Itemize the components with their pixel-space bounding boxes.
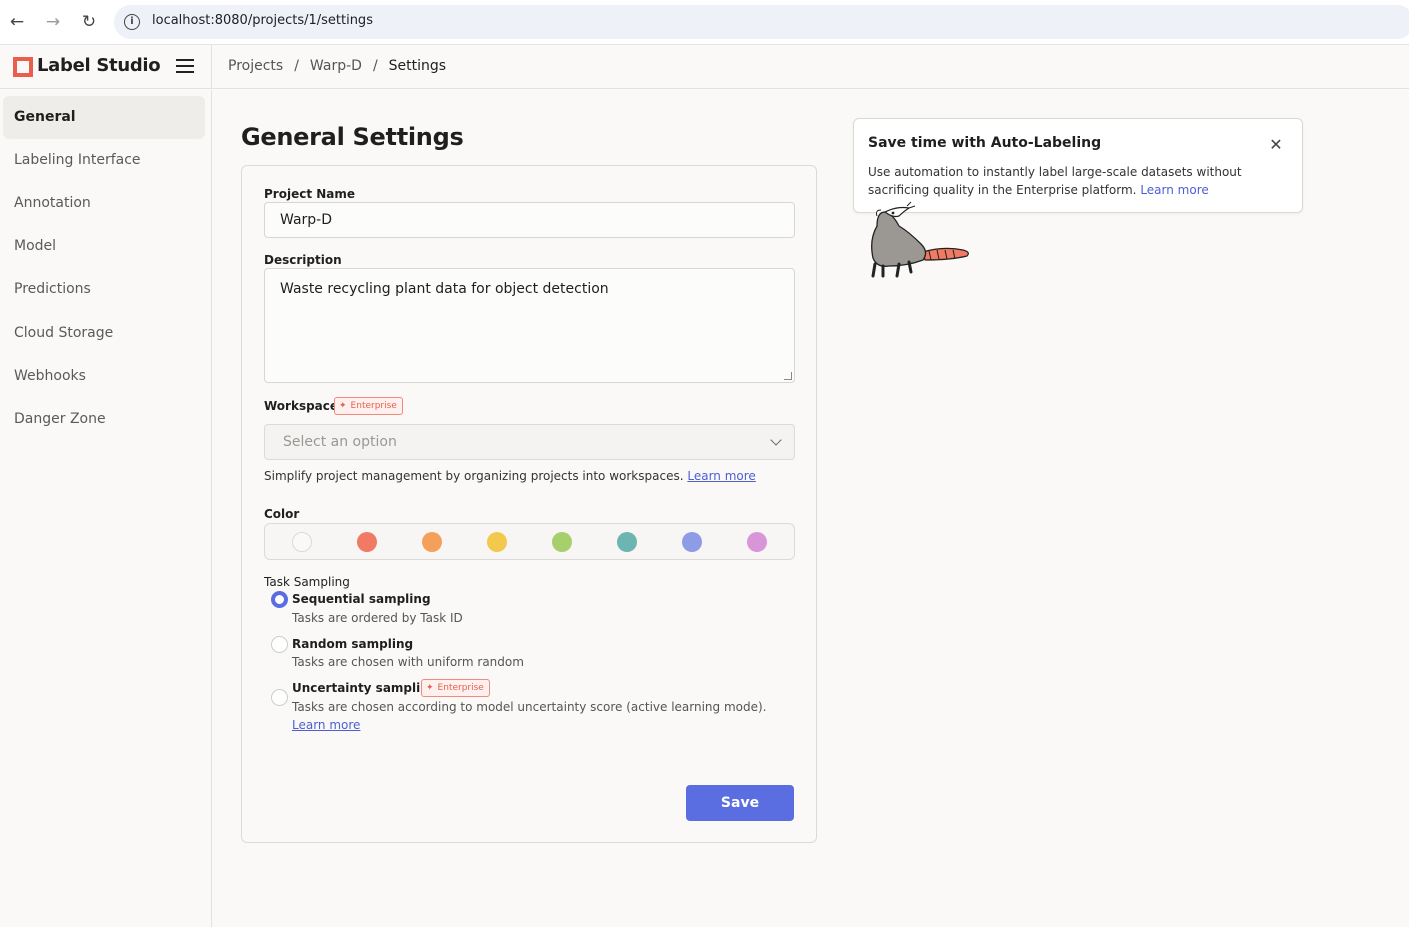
settings-sidebar: General Labeling Interface Annotation Mo…	[0, 90, 212, 927]
color-label: Color	[264, 507, 300, 521]
auto-labeling-promo: Save time with Auto-Labeling ✕ Use autom…	[853, 118, 1303, 213]
back-arrow-icon[interactable]: ←	[7, 12, 27, 32]
random-sampling-desc: Tasks are chosen with uniform random	[292, 655, 524, 669]
color-swatch-purple[interactable]	[747, 532, 767, 552]
breadcrumb-project[interactable]: Warp-D	[310, 58, 362, 74]
promo-body: Use automation to instantly label large-…	[868, 163, 1268, 199]
color-swatch-orange[interactable]	[422, 532, 442, 552]
sidebar-item-annotation[interactable]: Annotation	[3, 182, 205, 225]
color-swatch-green[interactable]	[552, 532, 572, 552]
task-sampling-label: Task Sampling	[264, 575, 350, 589]
url-text: localhost:8080/projects/1/settings	[152, 13, 373, 28]
color-swatch-blue[interactable]	[682, 532, 702, 552]
sparkle-icon: ✦	[426, 683, 434, 693]
breadcrumb-settings: Settings	[388, 58, 447, 74]
uncertainty-enterprise-badge: ✦ Enterprise	[421, 679, 490, 697]
promo-title: Save time with Auto-Labeling	[868, 135, 1102, 151]
workspace-label: Workspace	[264, 399, 339, 413]
color-swatch-none[interactable]	[292, 532, 312, 552]
project-name-label: Project Name	[264, 187, 356, 201]
color-swatch-yellow[interactable]	[487, 532, 507, 552]
workspace-select[interactable]: Select an option	[264, 424, 795, 460]
workspace-help-text: Simplify project management by organizin…	[264, 469, 684, 483]
uncertainty-sampling-title[interactable]: Uncertainty sampling	[292, 681, 437, 695]
sequential-sampling-desc: Tasks are ordered by Task ID	[292, 611, 463, 625]
sidebar-item-danger-zone[interactable]: Danger Zone	[3, 398, 205, 441]
sequential-sampling-title[interactable]: Sequential sampling	[292, 592, 431, 606]
opossum-mascot-icon	[871, 201, 969, 278]
sidebar-item-predictions[interactable]: Predictions	[3, 268, 205, 311]
sequential-sampling-radio[interactable]	[271, 591, 288, 608]
workspace-learn-more-link[interactable]: Learn more	[687, 469, 755, 483]
sidebar-item-labeling-interface[interactable]: Labeling Interface	[3, 139, 205, 182]
uncertainty-sampling-desc: Tasks are chosen according to model unce…	[292, 698, 782, 734]
sidebar-item-cloud-storage[interactable]: Cloud Storage	[3, 312, 205, 355]
workspace-placeholder: Select an option	[283, 434, 397, 450]
uncertainty-sampling-radio[interactable]	[271, 689, 288, 706]
enterprise-badge-text: Enterprise	[437, 683, 484, 693]
breadcrumb-separator: /	[372, 58, 378, 74]
promo-learn-more-link[interactable]: Learn more	[1140, 183, 1208, 197]
site-info-icon[interactable]: i	[124, 14, 140, 30]
breadcrumb-projects[interactable]: Projects	[228, 58, 283, 74]
label-studio-logo-icon	[13, 57, 33, 77]
enterprise-badge-text: Enterprise	[350, 401, 397, 411]
project-name-input[interactable]	[264, 202, 795, 238]
sparkle-icon: ✦	[339, 401, 347, 411]
close-icon[interactable]: ✕	[1267, 136, 1285, 154]
reload-icon[interactable]: ↻	[79, 12, 99, 32]
description-textarea[interactable]: Waste recycling plant data for object de…	[264, 268, 795, 383]
header-divider	[211, 45, 212, 89]
app-header: Label Studio Projects / Warp-D / Setting…	[0, 45, 1409, 89]
breadcrumb-separator: /	[294, 58, 299, 74]
forward-arrow-icon[interactable]: →	[43, 12, 63, 32]
sidebar-item-model[interactable]: Model	[3, 225, 205, 268]
address-bar[interactable]: i localhost:8080/projects/1/settings	[114, 5, 1409, 39]
uncertainty-learn-more-link[interactable]: Learn more	[292, 718, 360, 732]
enterprise-badge: ✦ Enterprise	[334, 397, 403, 415]
random-sampling-radio[interactable]	[271, 636, 288, 653]
chevron-down-icon	[770, 434, 782, 446]
random-sampling-title[interactable]: Random sampling	[292, 637, 413, 651]
general-settings-form: Project Name Description Waste recycling…	[241, 165, 817, 843]
description-label: Description	[264, 253, 342, 267]
sidebar-item-general[interactable]: General	[3, 96, 205, 139]
app-logo-text[interactable]: Label Studio	[37, 55, 161, 76]
browser-toolbar: ← → ↻ i localhost:8080/projects/1/settin…	[0, 0, 1409, 45]
uncertainty-sampling-desc-text: Tasks are chosen according to model unce…	[292, 700, 767, 714]
page-title: General Settings	[241, 123, 464, 151]
resize-handle-icon[interactable]	[784, 372, 792, 380]
description-text: Waste recycling plant data for object de…	[280, 281, 609, 297]
color-swatch-teal[interactable]	[617, 532, 637, 552]
breadcrumb: Projects / Warp-D / Settings	[228, 58, 446, 74]
color-picker	[264, 523, 795, 560]
hamburger-menu-icon[interactable]	[176, 59, 194, 75]
color-swatch-red[interactable]	[357, 532, 377, 552]
save-button[interactable]: Save	[686, 785, 794, 821]
workspace-help: Simplify project management by organizin…	[264, 469, 756, 483]
sidebar-item-webhooks[interactable]: Webhooks	[3, 355, 205, 398]
